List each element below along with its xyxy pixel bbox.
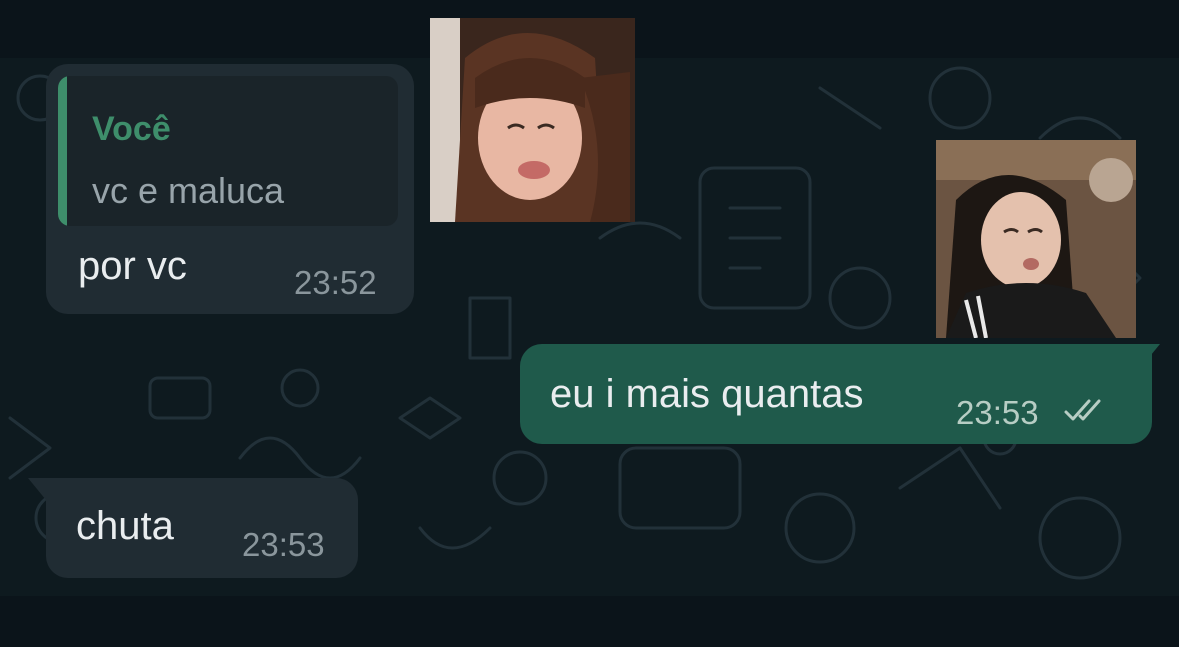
bubble-tail-incoming bbox=[28, 478, 46, 500]
message-time: 23:53 bbox=[242, 526, 325, 563]
photo-sticker[interactable] bbox=[430, 18, 635, 222]
message-time: 23:52 bbox=[294, 264, 377, 301]
message-text: eu i mais quantas bbox=[550, 372, 864, 416]
message-bubble-outgoing[interactable]: eu i mais quantas 23:53 bbox=[520, 344, 1152, 444]
quoted-text: vc e maluca bbox=[92, 170, 285, 211]
message-text: chuta bbox=[76, 504, 174, 548]
message-time: 23:53 bbox=[956, 394, 1039, 431]
photo-sticker[interactable] bbox=[936, 140, 1136, 338]
quoted-message[interactable]: Você vc e maluca bbox=[58, 76, 398, 226]
message-bubble-incoming[interactable]: chuta 23:53 bbox=[46, 478, 358, 578]
message-text: por vc bbox=[78, 244, 187, 288]
double-check-icon bbox=[1064, 399, 1101, 421]
message-bubble-incoming[interactable]: Você vc e maluca por vc 23:52 bbox=[46, 64, 414, 314]
photo-sticker-image bbox=[430, 18, 635, 222]
photo-sticker-image bbox=[936, 140, 1136, 338]
quote-accent-bar bbox=[58, 76, 67, 226]
quoted-author: Você bbox=[92, 110, 171, 148]
bottom-band bbox=[0, 596, 1179, 647]
